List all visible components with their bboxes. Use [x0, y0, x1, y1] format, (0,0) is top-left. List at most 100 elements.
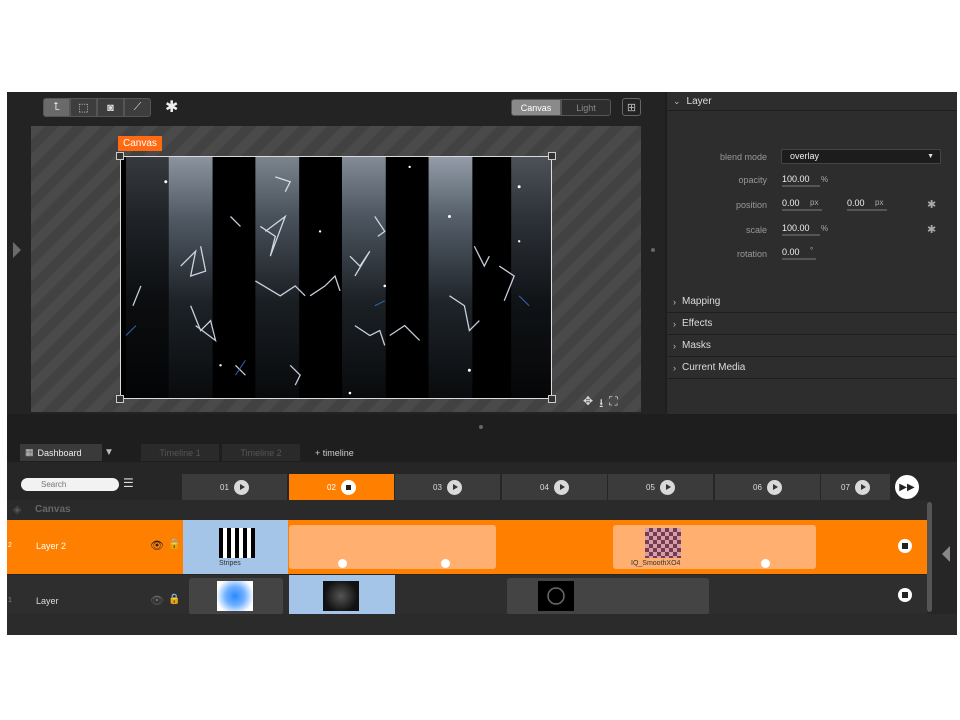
mask-icon: ◙ [107, 101, 114, 114]
fit-down-icon[interactable]: ⭳ [599, 394, 603, 415]
opacity-field[interactable]: 100.00 [782, 174, 820, 187]
layer-section-title: Layer [686, 95, 712, 107]
settings-gear-icon[interactable]: ✱ [165, 99, 178, 117]
canvas-row: ◈ Canvas [7, 500, 927, 520]
timeline-header: ⚲ ☰ 01 02 03 04 05 06 07 ▶▶ [7, 462, 957, 500]
canvas-handle-bottom-left[interactable] [116, 395, 124, 403]
column-04[interactable]: 04 [502, 474, 608, 500]
dashboard-grid-icon: ▦ [25, 447, 34, 457]
fast-forward-icon[interactable]: ▶▶ [895, 475, 919, 499]
position-y-unit: px [875, 198, 884, 207]
collapse-right-arrow-icon[interactable] [942, 546, 950, 562]
arrow-icon[interactable] [338, 559, 347, 568]
timeline-scrollbar[interactable] [927, 502, 932, 612]
mask-tool-button[interactable]: ◙ [97, 98, 124, 117]
rotation-label: rotation [736, 249, 767, 259]
blend-mode-label: blend mode [719, 152, 767, 162]
transform-tool-button[interactable]: ⮤ [43, 98, 70, 117]
pan-icon[interactable]: ✥ [583, 394, 593, 415]
lock-icon[interactable]: 🔒 [168, 594, 180, 605]
column-label: 06 [753, 482, 762, 492]
crop-tool-button[interactable]: ⬚ [70, 98, 97, 117]
chevron-down-icon: ⌄ [673, 95, 681, 106]
list-menu-icon[interactable]: ☰ [123, 476, 134, 490]
clip-label: IQ_SmoothXO4 [631, 560, 681, 567]
section-current-media[interactable]: › Current Media [667, 357, 957, 379]
play-icon[interactable] [854, 479, 870, 495]
row-stop-icon[interactable] [898, 588, 912, 602]
search-input[interactable] [21, 478, 119, 491]
section-effects-label: Effects [682, 318, 713, 329]
view-controls: ✥ ⭳ ⛶ [583, 394, 618, 415]
column-01[interactable]: 01 [182, 474, 288, 500]
tab-timeline-2[interactable]: Timeline 2 [222, 444, 300, 461]
ring-thumbnail [538, 581, 574, 611]
grid-icon[interactable]: ⊞ [622, 98, 641, 116]
gradient-thumbnail [217, 581, 253, 611]
column-label: 01 [220, 482, 229, 492]
canvas-tag: Canvas [118, 136, 162, 151]
add-timeline-button[interactable]: + timeline [315, 444, 354, 461]
canvas-row-label: Canvas [35, 504, 71, 515]
preview-toolbar: ⮤ ⬚ ◙ ⟋ [43, 98, 151, 118]
section-current-media-label: Current Media [682, 362, 746, 373]
status-bar [7, 614, 957, 635]
row-name: Layer [36, 596, 59, 606]
mode-canvas-button[interactable]: Canvas [511, 99, 561, 116]
play-icon[interactable] [766, 479, 782, 495]
column-label: 02 [327, 482, 336, 492]
tab-dashboard-label: Dashboard [37, 447, 82, 458]
row-number: 2 [8, 542, 12, 549]
row-name: Layer 2 [36, 541, 67, 551]
play-icon[interactable] [659, 479, 675, 495]
canvas-output[interactable] [120, 156, 552, 399]
column-05[interactable]: 05 [608, 474, 714, 500]
column-07[interactable]: 07 [821, 474, 891, 500]
scale-label: scale [745, 225, 767, 235]
canvas-handle-top-right[interactable] [548, 152, 556, 160]
particles-thumbnail [323, 581, 359, 611]
column-02[interactable]: 02 [289, 474, 395, 500]
dropdown-caret-icon: ▼ [927, 153, 934, 160]
canvas-handle-top-left[interactable] [116, 152, 124, 160]
section-masks[interactable]: › Masks [667, 335, 957, 357]
tabs-menu-dropdown-icon[interactable]: ▼ [102, 444, 116, 461]
tab-timeline-1[interactable]: Timeline 1 [141, 444, 219, 461]
section-effects[interactable]: › Effects [667, 313, 957, 335]
play-icon[interactable] [553, 479, 569, 495]
layer-row-2[interactable]: 2 Layer 2 👁 🔒 Stripes IQ_SmoothXO4 [7, 520, 927, 574]
mode-light-button[interactable]: Light [561, 99, 611, 116]
tab-dashboard[interactable]: ▦ Dashboard [20, 444, 102, 461]
column-03[interactable]: 03 [395, 474, 501, 500]
resize-dot-icon[interactable] [651, 248, 655, 252]
eye-icon[interactable]: 👁 [150, 539, 164, 552]
splitter-handle-icon[interactable] [479, 425, 483, 429]
section-mapping[interactable]: › Mapping [667, 291, 957, 313]
play-icon[interactable] [233, 479, 249, 495]
opacity-label: opacity [738, 175, 767, 185]
section-masks-label: Masks [682, 340, 711, 351]
position-label: position [735, 200, 767, 210]
layer-row-1[interactable]: 1 Layer 👁 🔒 [7, 575, 927, 615]
layer-properties: blend mode overlay ▼ opacity 100.00 % po… [667, 111, 957, 291]
layer-section-header[interactable]: ⌄ Layer [667, 92, 957, 111]
arrow-icon[interactable] [441, 559, 450, 568]
eye-icon[interactable]: 👁 [150, 594, 164, 607]
play-icon[interactable] [446, 479, 462, 495]
timeline-tabs: ▦ Dashboard ▼ Timeline 1 Timeline 2 + ti… [7, 442, 957, 462]
brush-tool-button[interactable]: ⟋ [124, 98, 151, 117]
row-stop-icon[interactable] [898, 539, 912, 553]
fullscreen-icon[interactable]: ⛶ [609, 394, 617, 415]
blend-mode-select[interactable]: overlay ▼ [781, 149, 941, 164]
position-gear-icon[interactable]: ✱ [927, 198, 936, 211]
scale-gear-icon[interactable]: ✱ [927, 223, 936, 236]
arrow-icon[interactable] [761, 559, 770, 568]
constellation-art [121, 157, 551, 398]
canvas-handle-bottom-right[interactable] [548, 395, 556, 403]
stop-icon[interactable] [340, 479, 356, 495]
column-06[interactable]: 06 [715, 474, 821, 500]
clip-empty[interactable] [289, 525, 496, 569]
scale-field[interactable]: 100.00 [782, 223, 820, 236]
lock-icon[interactable]: 🔒 [168, 539, 180, 550]
expand-left-arrow-icon[interactable] [13, 242, 21, 258]
